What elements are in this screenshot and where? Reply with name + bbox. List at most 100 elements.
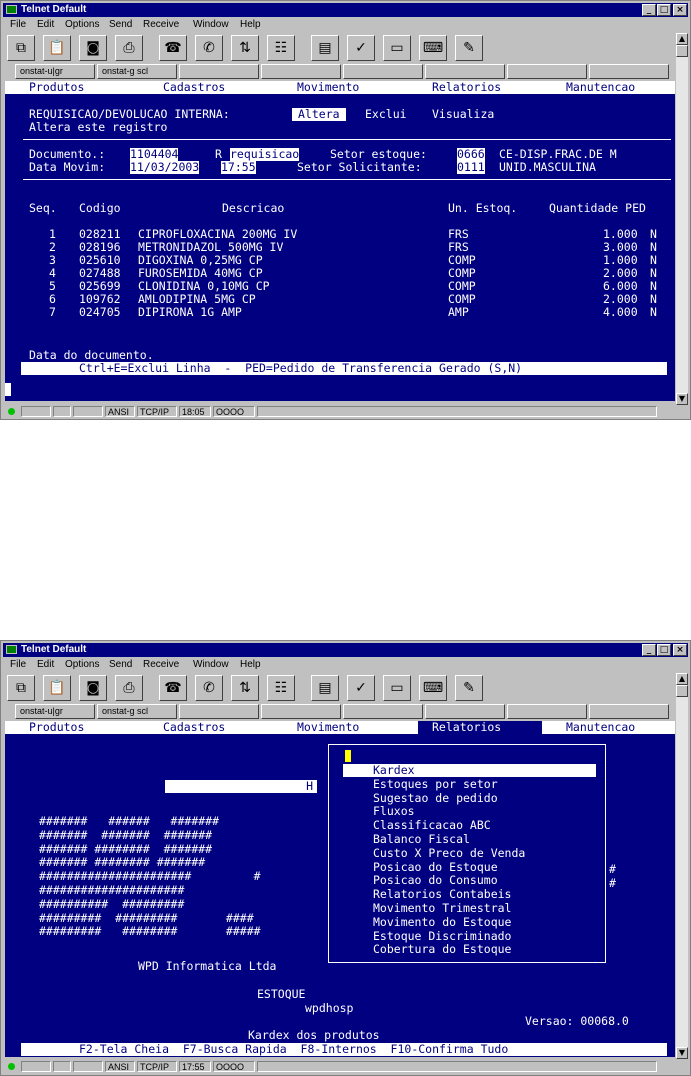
- terminal-screen[interactable]: Produtos Cadastros Movimento Relatorios …: [5, 721, 675, 1057]
- tab-session-1[interactable]: onstat-u|gr: [15, 64, 95, 79]
- printer-icon[interactable]: ⎙: [115, 675, 143, 701]
- tab-empty-6[interactable]: [425, 704, 505, 719]
- properties-icon[interactable]: ☷: [267, 35, 295, 61]
- camera-icon[interactable]: ◙: [79, 35, 107, 61]
- relatorios-menu-item[interactable]: Posicao do Consumo: [373, 874, 498, 887]
- relatorios-menu-item[interactable]: Movimento Trimestral: [373, 902, 511, 915]
- tmenu-movimento[interactable]: Movimento: [297, 81, 359, 94]
- keyboard-icon[interactable]: ⌨: [419, 675, 447, 701]
- tab-empty-7[interactable]: [507, 64, 587, 79]
- tmenu-manutencao[interactable]: Manutencao: [566, 721, 635, 734]
- close-button[interactable]: ×: [673, 4, 687, 16]
- hora-field[interactable]: 17:55: [221, 161, 256, 174]
- properties-icon[interactable]: ☷: [267, 675, 295, 701]
- tab-session-2[interactable]: onstat-g scl: [97, 64, 177, 79]
- menu-receive[interactable]: Receive: [143, 19, 179, 30]
- action-exclui[interactable]: Exclui: [365, 108, 407, 121]
- script-icon[interactable]: ✎: [455, 35, 483, 61]
- tab-empty-7[interactable]: [507, 704, 587, 719]
- minimize-button[interactable]: _: [642, 4, 656, 16]
- scroll-down-icon[interactable]: ▼: [676, 1047, 688, 1059]
- tab-empty-8[interactable]: [589, 64, 669, 79]
- relatorios-menu-item[interactable]: Fluxos: [373, 805, 415, 818]
- monitor-icon[interactable]: ▭: [383, 35, 411, 61]
- scroll-down-icon[interactable]: ▼: [676, 393, 688, 405]
- tab-empty-8[interactable]: [589, 704, 669, 719]
- tmenu-relatorios[interactable]: Relatorios: [418, 721, 542, 734]
- menu-file[interactable]: File: [10, 19, 26, 30]
- title-bar[interactable]: Telnet Default _ □ ×: [3, 3, 688, 17]
- maximize-button[interactable]: □: [657, 644, 671, 656]
- minimize-button[interactable]: _: [642, 644, 656, 656]
- tab-session-1[interactable]: onstat-u|gr: [15, 704, 95, 719]
- tab-empty-5[interactable]: [343, 64, 423, 79]
- relatorios-menu-item[interactable]: Estoques por setor: [373, 777, 498, 791]
- scroll-up-icon[interactable]: ▲: [676, 673, 688, 685]
- stamp-icon[interactable]: ▤: [311, 675, 339, 701]
- scroll-up-icon[interactable]: ▲: [676, 33, 688, 45]
- menu-send[interactable]: Send: [109, 659, 132, 670]
- action-visualiza[interactable]: Visualiza: [432, 108, 494, 121]
- relatorios-menu-item[interactable]: Estoque Discriminado: [373, 929, 511, 943]
- keyboard-icon[interactable]: ⌨: [419, 35, 447, 61]
- phone-icon[interactable]: ☎: [159, 35, 187, 61]
- relatorios-menu-item[interactable]: Classificacao ABC: [373, 819, 491, 832]
- relatorios-menu-item[interactable]: Cobertura do Estoque: [373, 943, 511, 956]
- script-icon[interactable]: ✎: [455, 675, 483, 701]
- menu-window[interactable]: Window: [193, 19, 229, 30]
- spellcheck-icon[interactable]: ✓: [347, 675, 375, 701]
- action-altera[interactable]: Altera: [292, 108, 346, 121]
- menu-receive[interactable]: Receive: [143, 659, 179, 670]
- close-button[interactable]: ×: [673, 644, 687, 656]
- vertical-scrollbar[interactable]: ▲ ▼: [676, 673, 688, 1059]
- terminal-screen[interactable]: Produtos Cadastros Movimento Relatorios …: [5, 81, 675, 401]
- relatorios-menu-item[interactable]: Posicao do Estoque: [373, 860, 498, 874]
- relatorios-menu-item[interactable]: Sugestao de pedido: [373, 791, 498, 805]
- title-bar[interactable]: Telnet Default _ □ ×: [3, 643, 688, 657]
- tab-empty-4[interactable]: [261, 704, 341, 719]
- maximize-button[interactable]: □: [657, 4, 671, 16]
- menu-window[interactable]: Window: [193, 659, 229, 670]
- scroll-thumb[interactable]: [676, 685, 688, 697]
- menu-send[interactable]: Send: [109, 19, 132, 30]
- scroll-thumb[interactable]: [676, 45, 688, 57]
- camera-icon[interactable]: ◙: [79, 675, 107, 701]
- menu-options[interactable]: Options: [65, 659, 99, 670]
- menu-edit[interactable]: Edit: [37, 19, 54, 30]
- tab-empty-6[interactable]: [425, 64, 505, 79]
- vertical-scrollbar[interactable]: ▲ ▼: [676, 33, 688, 405]
- menu-edit[interactable]: Edit: [37, 659, 54, 670]
- setor-solicitante-field[interactable]: 0111: [457, 161, 485, 174]
- menu-options[interactable]: Options: [65, 19, 99, 30]
- copy-icon[interactable]: ⧉: [7, 35, 35, 61]
- relatorios-menu-item[interactable]: Relatorios Contabeis: [373, 888, 511, 901]
- transfer-icon[interactable]: ⇅: [231, 35, 259, 61]
- phone-icon[interactable]: ☎: [159, 675, 187, 701]
- input-field[interactable]: H: [165, 780, 317, 793]
- tmenu-cadastros[interactable]: Cadastros: [163, 721, 225, 734]
- paste-icon[interactable]: 📋: [43, 35, 71, 61]
- tmenu-cadastros[interactable]: Cadastros: [163, 81, 225, 94]
- menu-help[interactable]: Help: [240, 19, 261, 30]
- menu-file[interactable]: File: [10, 659, 26, 670]
- tmenu-produtos[interactable]: Produtos: [29, 721, 84, 734]
- tmenu-relatorios[interactable]: Relatorios: [432, 81, 501, 94]
- tab-empty-3[interactable]: [179, 64, 259, 79]
- tab-session-2[interactable]: onstat-g scl: [97, 704, 177, 719]
- relatorios-menu-item-selected[interactable]: Kardex: [343, 764, 596, 777]
- data-movim-field[interactable]: 11/03/2003: [130, 161, 200, 174]
- spellcheck-icon[interactable]: ✓: [347, 35, 375, 61]
- scroll-track[interactable]: [676, 57, 688, 393]
- tmenu-movimento[interactable]: Movimento: [297, 721, 359, 734]
- tab-empty-3[interactable]: [179, 704, 259, 719]
- relatorios-menu-item[interactable]: Movimento do Estoque: [373, 915, 511, 929]
- stamp-icon[interactable]: ▤: [311, 35, 339, 61]
- copy-icon[interactable]: ⧉: [7, 675, 35, 701]
- paste-icon[interactable]: 📋: [43, 675, 71, 701]
- hangup-icon[interactable]: ✆: [195, 675, 223, 701]
- menu-help[interactable]: Help: [240, 659, 261, 670]
- printer-icon[interactable]: ⎙: [115, 35, 143, 61]
- tab-empty-5[interactable]: [343, 704, 423, 719]
- relatorios-menu-item[interactable]: Balanco Fiscal: [373, 833, 470, 846]
- relatorios-menu-item[interactable]: Custo X Preco de Venda: [373, 846, 525, 860]
